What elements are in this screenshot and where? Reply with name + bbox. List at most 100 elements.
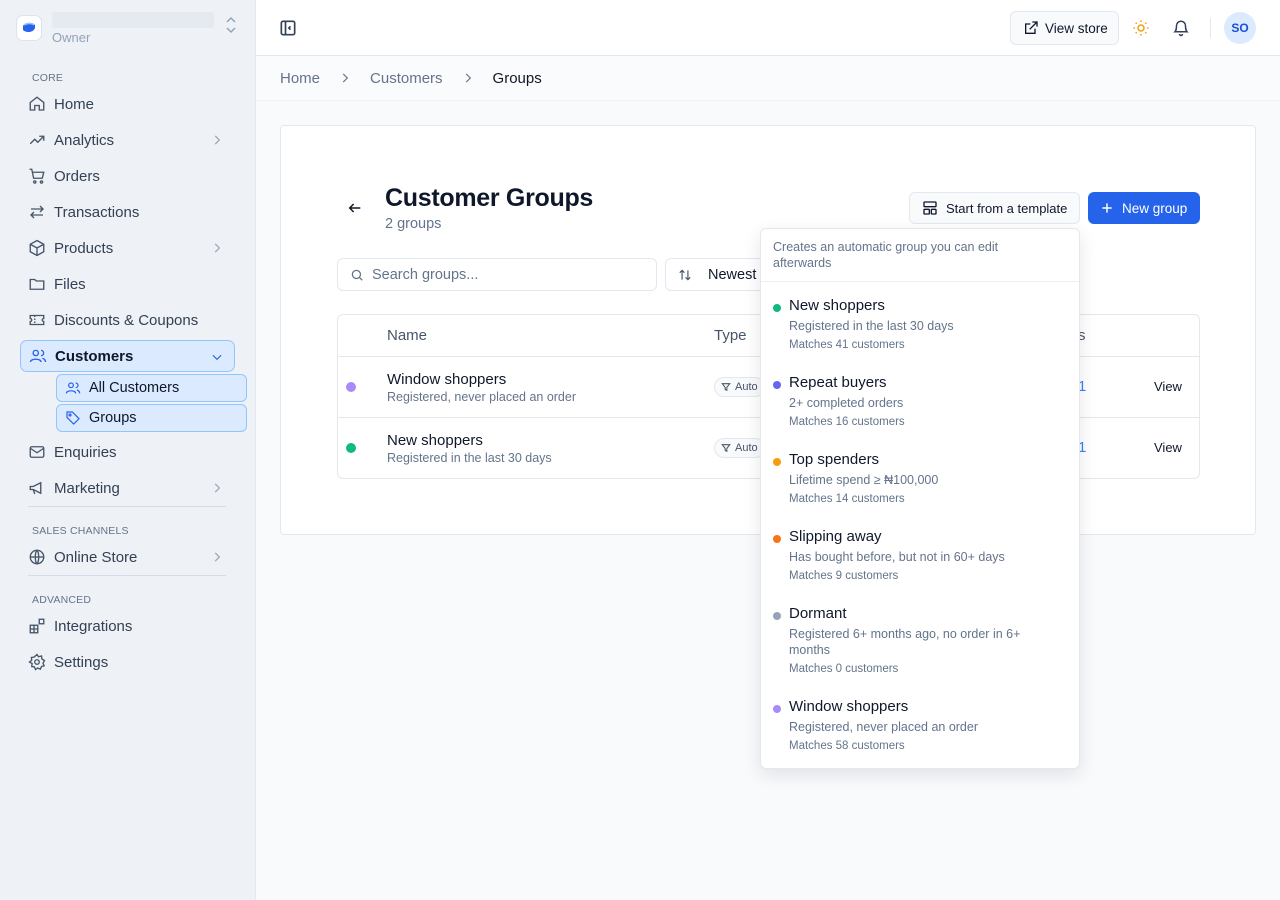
template-match-count: Matches 9 customers	[789, 570, 899, 582]
sidebar-divider	[28, 506, 226, 507]
top-bar: View store SO	[256, 0, 1280, 56]
sun-icon[interactable]	[1132, 19, 1150, 37]
users-icon	[29, 347, 47, 365]
template-match-count: Matches 41 customers	[789, 339, 905, 351]
new-group-label: New group	[1122, 200, 1188, 216]
template-item-new-shoppers[interactable]: New shoppers Registered in the last 30 d…	[761, 297, 1079, 353]
filter-icon	[721, 382, 731, 392]
template-color-dot	[773, 535, 781, 543]
sidebar: Owner CORE Home Analytics Orders Transac…	[0, 0, 256, 900]
search-icon	[350, 268, 364, 282]
template-description: Lifetime spend ≥ ₦100,000	[789, 473, 939, 487]
template-match-count: Matches 58 customers	[789, 740, 905, 752]
start-from-template-button[interactable]: Start from a template	[909, 192, 1080, 224]
section-label-core: CORE	[32, 72, 64, 84]
column-type: Type	[714, 327, 747, 344]
template-item-top-spenders[interactable]: Top spenders Lifetime spend ≥ ₦100,000 M…	[761, 451, 1079, 507]
view-store-button[interactable]: View store	[1010, 11, 1119, 45]
type-badge-label: Auto	[735, 442, 758, 454]
template-item-slipping-away[interactable]: Slipping away Has bought before, but not…	[761, 528, 1079, 584]
ticket-icon	[28, 311, 46, 329]
sidebar-item-settings[interactable]: Settings	[20, 646, 234, 678]
breadcrumb-home[interactable]: Home	[280, 70, 320, 87]
sidebar-item-label: Home	[54, 95, 95, 113]
folder-icon	[28, 275, 46, 293]
sidebar-item-label: Discounts & Coupons	[54, 311, 199, 329]
back-arrow-icon[interactable]	[347, 200, 363, 216]
template-color-dot	[773, 612, 781, 620]
avatar[interactable]: SO	[1224, 12, 1256, 44]
view-store-label: View store	[1045, 20, 1108, 36]
chevron-right-icon	[210, 550, 224, 564]
search-input[interactable]	[372, 266, 632, 283]
sidebar-item-label: Marketing	[54, 479, 120, 497]
sidebar-item-customers[interactable]: Customers	[20, 340, 235, 372]
template-description: 2+ completed orders	[789, 396, 904, 410]
template-color-dot	[773, 381, 781, 389]
template-match-count: Matches 0 customers	[789, 663, 899, 675]
sidebar-item-products[interactable]: Products	[20, 232, 234, 264]
globe-icon	[28, 548, 46, 566]
sidebar-item-integrations[interactable]: Integrations	[20, 610, 234, 642]
megaphone-icon	[28, 479, 46, 497]
bell-icon[interactable]	[1172, 19, 1190, 37]
sidebar-toggle-icon[interactable]	[278, 18, 298, 38]
store-switcher[interactable]: Owner	[16, 8, 242, 48]
breadcrumb-groups: Groups	[492, 69, 542, 87]
group-description: Registered in the last 30 days	[387, 451, 552, 465]
breadcrumb-customers[interactable]: Customers	[370, 70, 443, 87]
template-description: Registered in the last 30 days	[789, 319, 954, 333]
sidebar-item-label: Online Store	[54, 548, 138, 566]
filter-icon	[721, 443, 731, 453]
sidebar-item-orders[interactable]: Orders	[20, 160, 234, 192]
sidebar-subitem-groups[interactable]: Groups	[56, 404, 247, 432]
tag-icon	[65, 410, 81, 426]
section-label-sales-channels: SALES CHANNELS	[32, 525, 129, 537]
sidebar-subitem-all-customers[interactable]: All Customers	[56, 374, 247, 402]
template-name: Dormant	[789, 605, 847, 622]
template-name: Window shoppers	[789, 698, 909, 715]
sidebar-item-label: Products	[54, 239, 114, 257]
template-menu-header: Creates an automatic group you can edit …	[773, 240, 999, 270]
sidebar-item-label: Enquiries	[54, 443, 117, 461]
arrows-left-right-icon	[28, 203, 46, 221]
chevron-right-icon	[338, 71, 352, 85]
sidebar-divider	[28, 575, 226, 576]
view-link[interactable]: View	[1154, 440, 1182, 455]
store-role: Owner	[52, 29, 91, 45]
sidebar-item-marketing[interactable]: Marketing	[20, 472, 234, 504]
chevron-right-icon	[210, 481, 224, 495]
cart-icon	[28, 167, 46, 185]
template-match-count: Matches 14 customers	[789, 493, 905, 505]
template-button-label: Start from a template	[946, 200, 1068, 216]
sidebar-item-files[interactable]: Files	[20, 268, 234, 300]
topbar-divider	[1210, 18, 1211, 38]
chevron-right-icon	[210, 241, 224, 255]
sidebar-subitem-label: All Customers	[89, 380, 180, 396]
new-group-button[interactable]: New group	[1088, 192, 1200, 224]
trending-up-icon	[28, 131, 46, 149]
group-name: New shoppers	[387, 432, 483, 449]
sidebar-item-label: Orders	[54, 167, 100, 185]
sidebar-item-online-store[interactable]: Online Store	[20, 541, 234, 573]
users-icon	[65, 380, 81, 396]
sidebar-item-analytics[interactable]: Analytics	[20, 124, 234, 156]
group-color-dot	[346, 443, 356, 453]
sidebar-item-transactions[interactable]: Transactions	[20, 196, 234, 228]
template-name: Slipping away	[789, 528, 882, 545]
template-item-window-shoppers[interactable]: Window shoppers Registered, never placed…	[761, 698, 1079, 754]
template-item-dormant[interactable]: Dormant Registered 6+ months ago, no ord…	[761, 605, 1079, 677]
type-badge: Auto	[714, 377, 765, 397]
search-box[interactable]	[337, 258, 657, 291]
chevron-down-icon	[210, 350, 224, 364]
template-item-repeat-buyers[interactable]: Repeat buyers 2+ completed orders Matche…	[761, 374, 1079, 430]
view-link[interactable]: View	[1154, 379, 1182, 394]
template-color-dot	[773, 458, 781, 466]
sidebar-item-home[interactable]: Home	[20, 88, 234, 120]
template-color-dot	[773, 705, 781, 713]
sidebar-item-label: Customers	[55, 347, 134, 365]
type-badge-label: Auto	[735, 381, 758, 393]
sidebar-item-enquiries[interactable]: Enquiries	[20, 436, 234, 468]
sidebar-item-discounts[interactable]: Discounts & Coupons	[20, 304, 234, 336]
template-description: Registered, never placed an order	[789, 720, 979, 734]
